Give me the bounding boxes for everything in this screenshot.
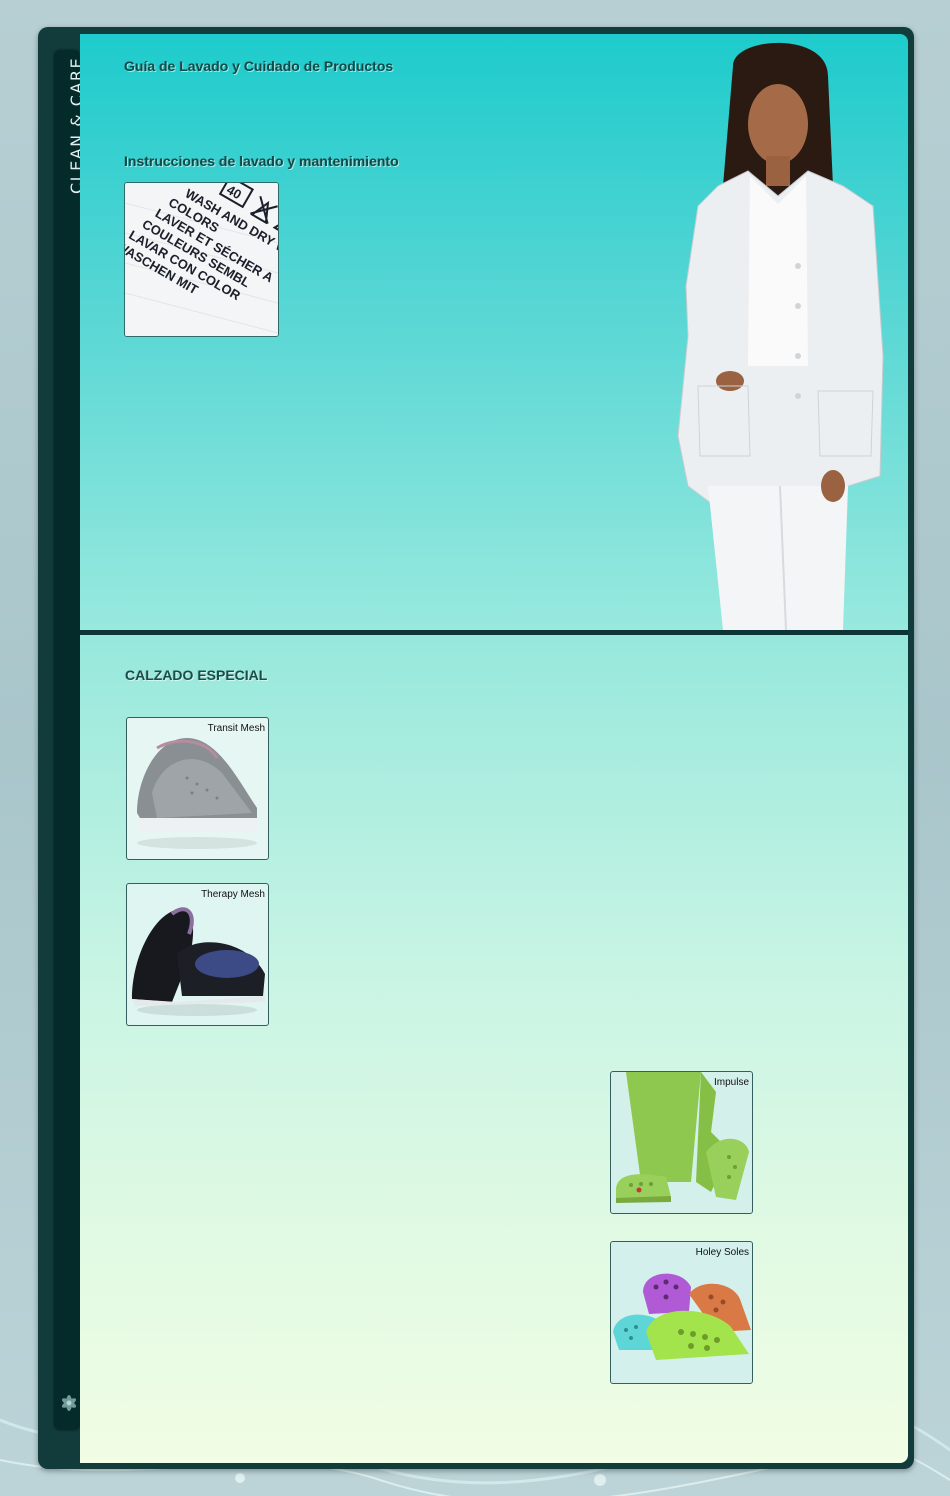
product-name: Therapy Mesh [201,889,265,900]
black-mesh-clog-icon [132,907,265,1016]
product-name: Impulse [713,1077,749,1088]
product-card-transit-mesh[interactable]: Transit Mesh [126,717,269,860]
green-clog-icon [616,1072,749,1203]
sidebar [54,50,80,1430]
product-card-therapy-mesh[interactable]: Therapy Mesh [126,883,269,1026]
page-title: Guía de Lavado y Cuidado de Productos [124,58,394,74]
instructions-heading: Instrucciones de lavado y mantenimiento [124,153,399,169]
product-card-impulse[interactable]: Impulse [610,1071,753,1214]
care-label-thumbnail[interactable]: 40 WASH AND DRY WITH COLORS LAVER ET SÉC… [124,182,279,337]
colorful-holey-clogs-icon [613,1273,751,1360]
product-card-holey-soles[interactable]: Holey Soles [610,1241,753,1384]
footwear-heading: CALZADO ESPECIAL [125,667,268,683]
product-name: Transit Mesh [207,723,265,734]
product-name: Holey Soles [695,1247,749,1258]
gray-mesh-clog-icon [137,738,257,849]
model-in-white-scrub-jacket [677,42,884,630]
care-label-photo: 40 WASH AND DRY WITH COLORS LAVER ET SÉC… [125,183,278,336]
flower-icon [61,1395,77,1411]
